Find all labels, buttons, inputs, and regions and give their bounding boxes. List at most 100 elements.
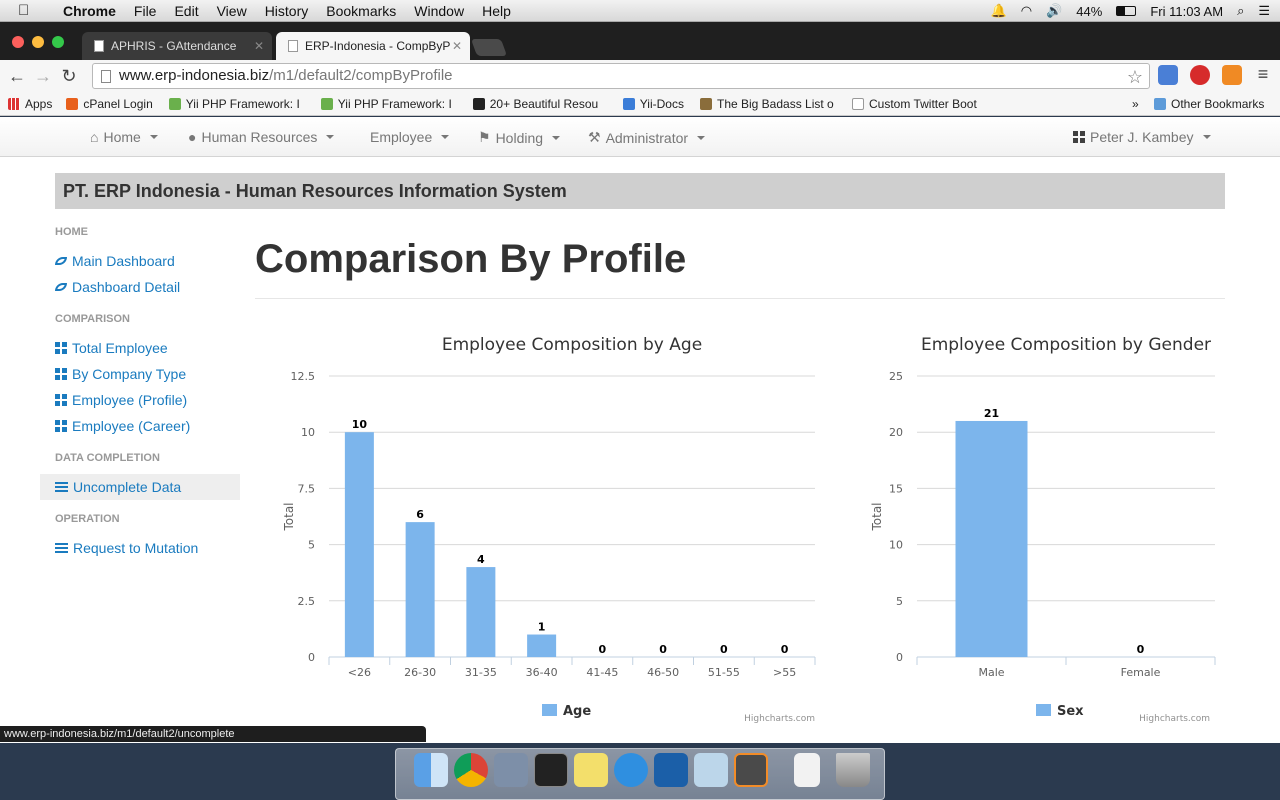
other-bookmarks-folder[interactable]: Other Bookmarks	[1154, 97, 1264, 111]
nav-holding[interactable]: ⚑ Holding	[478, 129, 561, 146]
nav-human-resources[interactable]: ● Human Resources	[188, 129, 335, 145]
sidebar-item-main-dashboard[interactable]: Main Dashboard	[40, 248, 240, 274]
firebug-extension-icon[interactable]	[1222, 65, 1242, 85]
bookmark-yii-1[interactable]: Yii PHP Framework: I	[168, 96, 311, 111]
itunes-icon[interactable]	[614, 753, 648, 787]
sidebar-item-label: Uncomplete Data	[73, 479, 182, 495]
caret-down-icon	[552, 135, 561, 140]
sidebar-item-employee-career[interactable]: Employee (Career)	[40, 413, 240, 439]
battery-percent[interactable]: 44%	[1076, 4, 1102, 19]
yii-docs-icon	[622, 97, 635, 110]
sidebar-item-by-company-type[interactable]: By Company Type	[40, 361, 240, 387]
legend-label: Age	[563, 704, 591, 719]
data-label: 0	[1137, 643, 1145, 656]
sidebar-header-comparison: COMPARISON	[55, 313, 130, 325]
menu-view[interactable]: View	[208, 3, 256, 19]
sidebar-item-label: Employee (Career)	[72, 418, 191, 434]
preview-icon[interactable]	[494, 753, 528, 787]
x-tick-label: 31-35	[465, 666, 497, 679]
apple-icon[interactable]: 	[18, 2, 40, 19]
zoom-window-button[interactable]	[52, 36, 64, 48]
bookmark-cpanel[interactable]: cPanel Login	[66, 97, 153, 111]
tab-erp-indonesia[interactable]: ERP-Indonesia - CompByP ✕	[276, 32, 470, 60]
volume-icon[interactable]: 🔊	[1046, 3, 1062, 19]
translate-extension-icon[interactable]	[1158, 65, 1178, 85]
virtualbox-icon[interactable]	[654, 753, 688, 787]
sidebar: HOME Main Dashboard Dashboard Detail COM…	[40, 222, 240, 561]
page-info-icon[interactable]	[101, 70, 111, 83]
spotlight-search-icon[interactable]: ⌕	[1237, 3, 1244, 19]
bookmark-custom-twitter-boot[interactable]: Custom Twitter Boot	[851, 96, 984, 111]
nav-employee[interactable]: Employee	[370, 129, 450, 145]
menu-app-name[interactable]: Chrome	[54, 3, 125, 19]
bookmark-label: Custom Twitter Boot	[868, 96, 977, 111]
bar	[344, 432, 374, 657]
nav-user-menu[interactable]: Peter J. Kambey	[1073, 129, 1211, 145]
tab-aphris[interactable]: APHRIS - GAttendance ✕	[82, 32, 272, 60]
cube-app-icon[interactable]	[694, 753, 728, 787]
sql-document-icon[interactable]	[794, 753, 820, 787]
adblock-extension-icon[interactable]	[1190, 65, 1210, 85]
data-label: 6	[416, 508, 424, 521]
y-tick-label: 25	[889, 370, 903, 383]
y-tick-label: 5	[896, 595, 903, 608]
wifi-icon[interactable]: ◠	[1021, 3, 1032, 19]
caret-down-icon	[326, 135, 335, 139]
finder-icon[interactable]	[414, 753, 448, 787]
chrome-icon[interactable]	[454, 753, 488, 787]
clock[interactable]: Fri 11:03 AM	[1150, 4, 1223, 19]
sidebar-item-employee-profile[interactable]: Employee (Profile)	[40, 387, 240, 413]
sublime-text-icon[interactable]	[734, 753, 768, 787]
menu-window[interactable]: Window	[405, 3, 473, 19]
page-icon	[851, 97, 864, 110]
menu-history[interactable]: History	[256, 3, 318, 19]
leaf-icon	[55, 257, 67, 265]
sidebar-item-request-to-mutation[interactable]: Request to Mutation	[40, 535, 240, 561]
notification-center-icon[interactable]: ☰	[1258, 3, 1270, 19]
bookmark-label: Yii-Docs	[639, 96, 684, 111]
bookmark-star-icon[interactable]: ☆	[1127, 65, 1143, 89]
bookmark-label: Yii PHP Framework: I	[185, 96, 300, 111]
menu-edit[interactable]: Edit	[165, 3, 207, 19]
bookmark-apps[interactable]: Apps	[8, 97, 52, 111]
trash-icon[interactable]	[836, 753, 870, 787]
reload-icon[interactable]: ↻	[56, 66, 82, 87]
menu-help[interactable]: Help	[473, 3, 520, 19]
new-tab-button[interactable]	[470, 39, 508, 56]
sidebar-item-uncomplete-data[interactable]: Uncomplete Data	[40, 474, 240, 500]
nav-home[interactable]: ⌂ Home	[90, 129, 158, 145]
x-tick-label: Female	[1121, 666, 1161, 679]
battery-icon[interactable]	[1116, 6, 1137, 16]
bookmarks-overflow-chevron[interactable]: »	[1132, 97, 1139, 111]
menu-bookmarks[interactable]: Bookmarks	[317, 3, 405, 19]
bookmark-big-badass-list[interactable]: The Big Badass List o	[699, 97, 842, 111]
x-tick-label: 46-50	[647, 666, 679, 679]
notification-bell-icon[interactable]: 🔔	[991, 3, 1007, 19]
sidebar-item-dashboard-detail[interactable]: Dashboard Detail	[40, 274, 240, 300]
sidebar-item-total-employee[interactable]: Total Employee	[40, 335, 240, 361]
bookmark-yii-docs[interactable]: Yii-Docs	[622, 96, 684, 111]
nav-label: Human Resources	[201, 129, 318, 145]
app-menu: Chrome File Edit View History Bookmarks …	[54, 3, 520, 19]
close-tab-icon[interactable]: ✕	[254, 39, 264, 53]
address-bar[interactable]: www.erp-indonesia.biz/m1/default2/compBy…	[92, 63, 1150, 89]
stickies-icon[interactable]	[574, 753, 608, 787]
apps-grid-icon	[8, 97, 20, 110]
bookmark-beautiful-resources[interactable]: 20+ Beautiful Resou	[472, 97, 613, 111]
link-status-bar: www.erp-indonesia.biz/m1/default2/uncomp…	[0, 726, 426, 742]
wrench-icon: ⚒	[588, 129, 601, 145]
x-tick-label: 51-55	[708, 666, 740, 679]
back-arrow-icon[interactable]: ←	[4, 66, 30, 87]
menu-file[interactable]: File	[125, 3, 166, 19]
sidebar-item-label: Dashboard Detail	[72, 279, 181, 295]
close-tab-icon[interactable]: ✕	[452, 39, 462, 53]
forward-arrow-icon[interactable]: →	[30, 66, 56, 87]
chrome-menu-icon[interactable]: ≡	[1250, 64, 1276, 85]
close-window-button[interactable]	[12, 36, 24, 48]
y-tick-label: 15	[889, 482, 903, 495]
terminal-icon[interactable]	[534, 753, 568, 787]
minimize-window-button[interactable]	[32, 36, 44, 48]
data-label: 4	[477, 553, 485, 566]
nav-administrator[interactable]: ⚒ Administrator	[588, 129, 706, 146]
bookmark-yii-2[interactable]: Yii PHP Framework: I	[320, 97, 463, 111]
